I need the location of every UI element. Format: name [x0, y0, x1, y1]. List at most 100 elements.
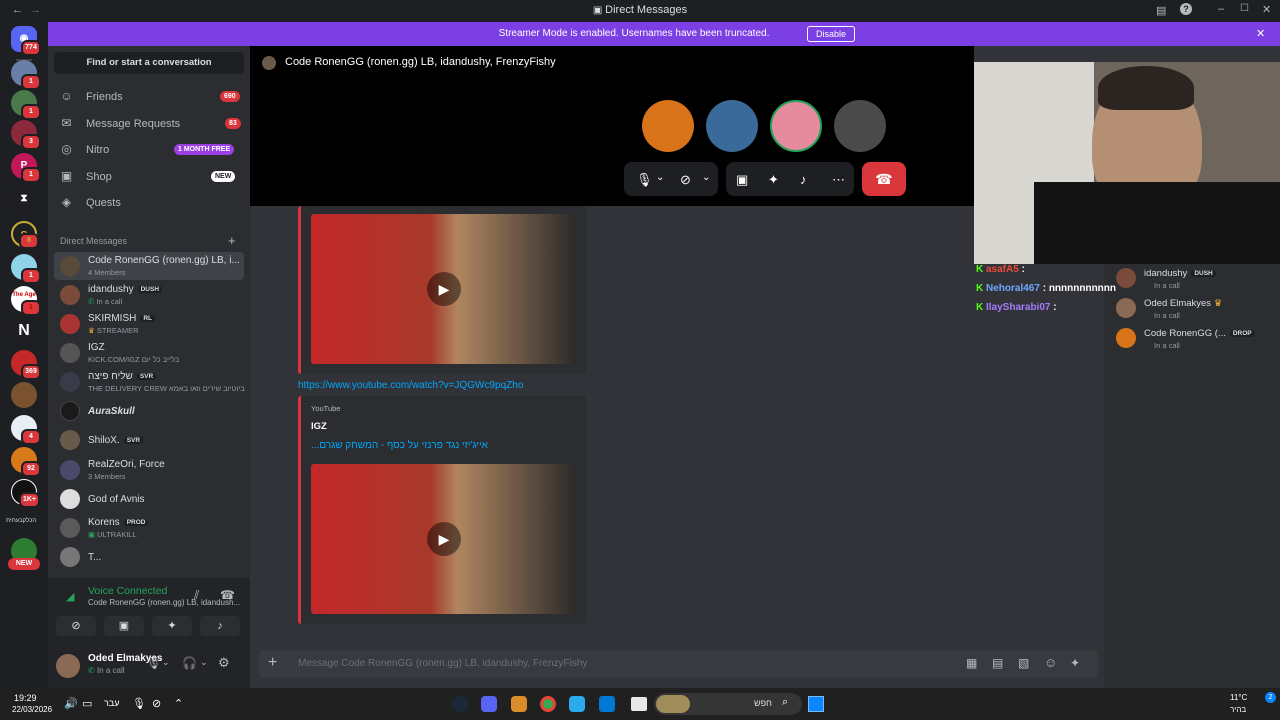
home-discord-icon[interactable]: ◉ 774	[11, 26, 41, 56]
server-icon[interactable]: P1	[11, 153, 41, 183]
the-age-server-icon[interactable]: The Age 1	[11, 286, 41, 316]
microphone-tray-icon[interactable]: 🎙	[132, 697, 146, 710]
dm-item-realzeori[interactable]: RealZeOri, Force 3 Members	[54, 456, 244, 484]
gif-icon[interactable]: ▤	[992, 656, 1003, 670]
member-item[interactable]: Code RonenGG (... DROP In a call	[1112, 326, 1272, 354]
close-banner-icon[interactable]: ✕	[1256, 27, 1265, 40]
maximize-icon[interactable]: ☐	[1240, 3, 1249, 14]
embed-title[interactable]: אייג'יזי נגד פרנזי על כסף - המשחק שגרם..…	[311, 440, 488, 451]
voice-status[interactable]: Voice Connected	[88, 585, 167, 597]
server-icon[interactable]: 1	[11, 254, 41, 284]
taskbar-app-chrome[interactable]	[540, 696, 556, 712]
noise-suppression-icon[interactable]: ⫽	[194, 588, 199, 603]
soundboard-button[interactable]: ♪	[200, 616, 240, 636]
voice-channel[interactable]: Code RonenGG (ronen.gg) LB, idandush...	[88, 598, 240, 607]
participant-avatar[interactable]	[642, 100, 694, 152]
more-options-icon[interactable]: ⋯	[832, 172, 845, 188]
help-icon[interactable]: ?	[1180, 3, 1192, 15]
camera-off-icon[interactable]: ⊘	[680, 172, 691, 188]
user-avatar[interactable]	[56, 654, 80, 678]
weather-desc[interactable]: בהיר	[1230, 705, 1246, 714]
server-label[interactable]: הכלקבעתית	[6, 518, 36, 524]
screen-share-icon[interactable]: ▣	[736, 172, 748, 188]
taskbar-app[interactable]	[599, 696, 615, 712]
clock-date[interactable]: 22/03/2026	[12, 705, 52, 714]
server-icon[interactable]: S8	[11, 221, 39, 249]
emoji-icon[interactable]: ☺	[1044, 655, 1057, 670]
server-icon[interactable]: 92	[11, 447, 41, 477]
chevron-down-icon[interactable]: ⌄	[200, 657, 208, 668]
apps-icon[interactable]: ✦	[1070, 656, 1080, 670]
sticker-icon[interactable]: ▧	[1018, 656, 1029, 670]
start-button[interactable]	[808, 696, 824, 712]
participant-avatar[interactable]	[706, 100, 758, 152]
play-icon[interactable]: ▶	[427, 522, 461, 556]
activities-icon[interactable]: ✦	[768, 172, 779, 188]
server-icon[interactable]: N	[11, 318, 37, 344]
find-conversation-input[interactable]: Find or start a conversation	[54, 52, 244, 74]
member-item[interactable]: Oded Elmakyes ♛ In a call	[1112, 296, 1272, 324]
nav-friends[interactable]: ☺ Friends 690	[54, 85, 244, 109]
dm-item-igz[interactable]: IGZ KICK.COM/IGZ בלייב כל יום	[54, 339, 244, 367]
server-icon[interactable]: 1K+	[11, 479, 40, 508]
notification-badge[interactable]: 2	[1265, 692, 1276, 703]
taskbar-app[interactable]	[569, 696, 585, 712]
disable-streamer-button[interactable]: Disable	[807, 26, 856, 42]
taskbar-app-explorer[interactable]	[631, 697, 647, 711]
weather-temp[interactable]: 11°C	[1230, 693, 1247, 702]
dm-item-auraskull[interactable]: AuraSkull	[54, 397, 244, 425]
tray-chevron-icon[interactable]: ⌃	[174, 697, 183, 710]
dm-item-god-of-avnis[interactable]: God of Avnis	[54, 485, 244, 513]
hourglass-server-icon[interactable]: ⧗	[11, 186, 37, 212]
soundboard-icon[interactable]: ♪	[800, 172, 807, 187]
disconnect-icon[interactable]: ☎	[220, 588, 235, 602]
play-icon[interactable]: ▶	[427, 272, 461, 306]
server-icon[interactable]	[11, 382, 37, 408]
new-servers-pill[interactable]: NEW	[8, 558, 40, 570]
mute-tray-icon[interactable]: ⊘	[152, 697, 161, 710]
inbox-icon[interactable]: ▤	[1156, 4, 1166, 17]
microphone-icon[interactable]: 🎙	[636, 172, 653, 188]
microphone-icon[interactable]: 🎙	[146, 656, 161, 670]
screen-share-button[interactable]: ▣	[104, 616, 144, 636]
create-dm-icon[interactable]: +	[228, 233, 236, 248]
video-thumbnail[interactable]: ▶	[311, 464, 577, 614]
nav-shop[interactable]: ▣ Shop NEW	[54, 165, 244, 189]
video-thumbnail[interactable]: ▶	[311, 214, 577, 364]
nav-nitro[interactable]: ◎ Nitro 1 MONTH FREE	[54, 138, 244, 162]
participant-avatar[interactable]	[834, 100, 886, 152]
nav-quests[interactable]: ◈ Quests	[54, 191, 244, 215]
taskbar-search-box[interactable]: חפש ⌕	[654, 693, 802, 715]
dm-item-skirmish[interactable]: SKIRMISH RL ♛ STREAMER	[54, 310, 244, 338]
chevron-down-icon[interactable]: ⌄	[702, 172, 710, 183]
dm-item-group-ronen[interactable]: Code RonenGG (ronen.gg) LB, i... 4 Membe…	[54, 252, 244, 280]
close-window-icon[interactable]: ✕	[1262, 3, 1271, 16]
taskbar-app[interactable]	[511, 696, 527, 712]
server-icon[interactable]: 369	[11, 350, 41, 380]
server-icon[interactable]: 4	[11, 415, 41, 445]
minimize-icon[interactable]: –	[1218, 3, 1224, 15]
camera-off-button[interactable]: ⊘	[56, 616, 96, 636]
dm-item-shilox[interactable]: ShiloX. SVR	[54, 426, 244, 454]
member-item[interactable]: idandushy DUSH In a call	[1112, 266, 1272, 294]
clock-time[interactable]: 19:29	[14, 693, 37, 703]
embed-author[interactable]: IGZ	[311, 421, 327, 432]
chevron-down-icon[interactable]: ⌄	[656, 172, 664, 183]
message-input[interactable]: Message Code RonenGG (ronen.gg) LB, idan…	[298, 658, 587, 669]
network-icon[interactable]: ▭	[82, 697, 92, 710]
headphones-icon[interactable]: 🎧	[182, 656, 197, 670]
youtube-link[interactable]: https://www.youtube.com/watch?v=JQGWc9pq…	[298, 380, 523, 391]
dm-item-t[interactable]: T...	[54, 543, 244, 571]
dm-item-korens[interactable]: Korens PROD ▣ ULTRAKILL	[54, 514, 244, 542]
taskbar-app-steam[interactable]	[452, 696, 468, 712]
hang-up-button[interactable]: ☎	[862, 162, 906, 196]
activities-button[interactable]: ✦	[152, 616, 192, 636]
dm-item-pizza[interactable]: שליח פיצה SVR THE DELIVERY CREW ביוטיוב ש…	[54, 368, 245, 396]
attach-plus-icon[interactable]: +	[268, 654, 277, 672]
server-icon[interactable]: 1	[11, 60, 41, 90]
participant-avatar-speaking[interactable]	[770, 100, 822, 152]
gift-icon[interactable]: ▦	[966, 656, 977, 670]
chevron-down-icon[interactable]: ⌄	[162, 657, 170, 668]
taskbar-app-discord[interactable]	[481, 696, 497, 712]
server-icon[interactable]: 1	[11, 90, 41, 120]
